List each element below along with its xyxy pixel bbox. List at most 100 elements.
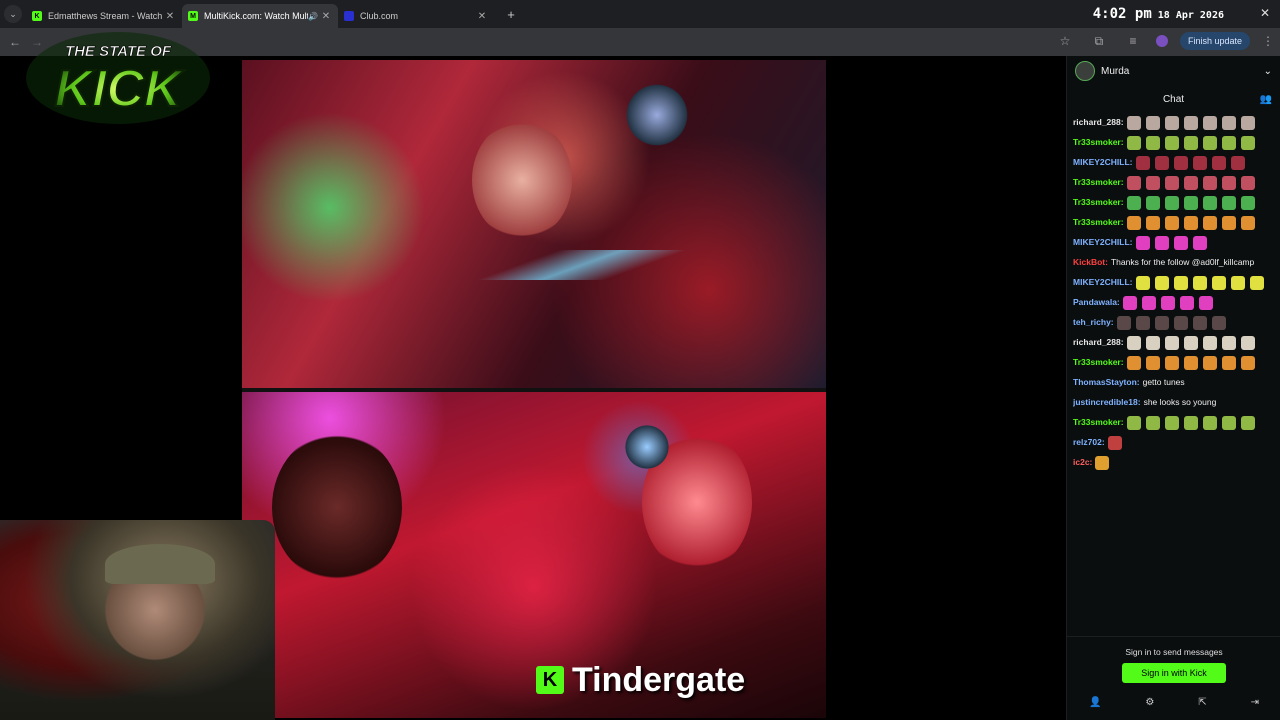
chat-emote-icon bbox=[1126, 115, 1141, 130]
chat-emote-icon bbox=[1173, 275, 1188, 290]
chat-emote-icon bbox=[1135, 235, 1150, 250]
multikick-favicon-icon: M bbox=[188, 11, 198, 21]
chat-emote-icon bbox=[1126, 175, 1141, 190]
chat-emote-icon bbox=[1230, 275, 1245, 290]
video-subject-man bbox=[272, 432, 402, 582]
chat-username[interactable]: relz702: bbox=[1073, 437, 1105, 447]
chat-username[interactable]: KickBot: bbox=[1073, 257, 1108, 267]
chat-message: ic2c: bbox=[1073, 452, 1274, 472]
sign-in-with-kick-button[interactable]: Sign in with Kick bbox=[1122, 663, 1226, 683]
chat-emote-icon bbox=[1221, 175, 1236, 190]
chat-emote-icon bbox=[1192, 315, 1207, 330]
chat-username[interactable]: ThomasStayton: bbox=[1073, 377, 1140, 387]
chat-emote-icon bbox=[1192, 155, 1207, 170]
chat-username[interactable]: Tr33smoker: bbox=[1073, 417, 1124, 427]
chat-emote-icon bbox=[1122, 295, 1137, 310]
channel-name: Murda bbox=[1101, 65, 1130, 77]
club-favicon-icon bbox=[344, 11, 354, 21]
logo-line2: KICK bbox=[54, 60, 185, 118]
chat-username[interactable]: Tr33smoker: bbox=[1073, 217, 1124, 227]
chat-username[interactable]: justincredible18: bbox=[1073, 397, 1141, 407]
clock-time: 4:02 pm bbox=[1092, 6, 1152, 22]
video-light-fixture bbox=[622, 422, 672, 472]
chat-emote-icon bbox=[1095, 455, 1110, 470]
tab-title: Edmatthews Stream - Watch Live bbox=[48, 11, 164, 21]
chat-emote-icon bbox=[1154, 315, 1169, 330]
chat-message-text: Thanks for the follow @ad0lf_killcamp bbox=[1110, 257, 1255, 267]
chat-emote-icon bbox=[1221, 415, 1236, 430]
profile-avatar-icon[interactable] bbox=[1155, 35, 1168, 47]
audio-playing-icon[interactable]: 🔊 bbox=[308, 12, 320, 21]
chat-emote-icon bbox=[1202, 355, 1217, 370]
extensions-icon[interactable]: ⧉ bbox=[1088, 34, 1110, 49]
window-close-icon[interactable]: ✕ bbox=[1260, 6, 1270, 20]
chat-channel-header[interactable]: Murda ⌄ bbox=[1067, 56, 1280, 86]
chat-username[interactable]: Tr33smoker: bbox=[1073, 197, 1124, 207]
logo-line1: THE STATE OF bbox=[65, 43, 172, 60]
chat-emote-icon bbox=[1154, 235, 1169, 250]
chat-username[interactable]: Pandawala: bbox=[1073, 297, 1120, 307]
chat-footer: Sign in to send messages Sign in with Ki… bbox=[1067, 636, 1280, 720]
chat-message-list[interactable]: richard_288: Tr33smoker: MIKEY2CHILL: Tr33s… bbox=[1067, 112, 1280, 472]
chat-username[interactable]: Tr33smoker: bbox=[1073, 357, 1124, 367]
caption-text: Tindergate bbox=[572, 660, 746, 699]
chat-emote-icon bbox=[1116, 315, 1131, 330]
new-tab-button[interactable]: + bbox=[502, 7, 520, 22]
bookmark-star-icon[interactable]: ☆ bbox=[1054, 34, 1076, 48]
chat-username[interactable]: teh_richy: bbox=[1073, 317, 1114, 327]
chat-username[interactable]: MIKEY2CHILL: bbox=[1073, 157, 1133, 167]
chat-username[interactable]: richard_288: bbox=[1073, 117, 1124, 127]
reading-list-icon[interactable]: ≡ bbox=[1122, 34, 1144, 48]
settings-gear-icon[interactable]: ⚙ bbox=[1145, 697, 1154, 708]
kick-badge-icon: K bbox=[536, 666, 564, 694]
menu-kebab-icon[interactable]: ⋮ bbox=[1262, 34, 1274, 48]
chat-emote-icon bbox=[1164, 195, 1179, 210]
chat-username[interactable]: MIKEY2CHILL: bbox=[1073, 237, 1133, 247]
chat-users-icon[interactable]: 👥 bbox=[1260, 94, 1272, 105]
chat-message: justincredible18: she looks so young bbox=[1073, 392, 1274, 412]
chat-emote-icon bbox=[1164, 115, 1179, 130]
chat-emote-icon bbox=[1202, 335, 1217, 350]
stream-video-top[interactable] bbox=[242, 60, 826, 388]
chat-message: richard_288: bbox=[1073, 112, 1274, 132]
popout-icon[interactable]: ⇱ bbox=[1198, 697, 1206, 708]
chat-username[interactable]: Tr33smoker: bbox=[1073, 137, 1124, 147]
chat-emote-icon bbox=[1202, 215, 1217, 230]
chat-emote-icon bbox=[1240, 335, 1255, 350]
chat-emote-icon bbox=[1126, 335, 1141, 350]
chat-message: richard_288: bbox=[1073, 332, 1274, 352]
chat-emote-icon bbox=[1107, 435, 1122, 450]
close-tab-icon[interactable]: ✕ bbox=[476, 11, 488, 22]
webcam-camo-cap bbox=[105, 544, 215, 584]
chat-emote-icon bbox=[1145, 215, 1160, 230]
chat-emote-icon bbox=[1126, 135, 1141, 150]
sign-in-note: Sign in to send messages bbox=[1125, 647, 1223, 657]
tab-club[interactable]: Club.com ✕ bbox=[338, 4, 494, 28]
tab-title: Club.com bbox=[360, 11, 399, 21]
chat-emote-icon bbox=[1183, 175, 1198, 190]
chat-username[interactable]: richard_288: bbox=[1073, 337, 1124, 347]
tab-search-dropdown-icon[interactable]: ⌄ bbox=[4, 5, 22, 23]
chat-emote-icon bbox=[1221, 115, 1236, 130]
close-tab-icon[interactable]: ✕ bbox=[164, 11, 176, 22]
chat-message: Tr33smoker: bbox=[1073, 132, 1274, 152]
chevron-down-icon[interactable]: ⌄ bbox=[1264, 66, 1272, 77]
chat-emote-icon bbox=[1135, 155, 1150, 170]
chat-emote-icon bbox=[1164, 335, 1179, 350]
chat-username[interactable]: ic2c: bbox=[1073, 457, 1092, 467]
chat-username[interactable]: MIKEY2CHILL: bbox=[1073, 277, 1133, 287]
close-tab-icon[interactable]: ✕ bbox=[320, 11, 332, 22]
collapse-chat-icon[interactable]: ⇥ bbox=[1251, 697, 1259, 708]
chat-emote-icon bbox=[1202, 195, 1217, 210]
add-friend-icon[interactable]: 👤 bbox=[1089, 697, 1101, 708]
chat-emote-icon bbox=[1192, 275, 1207, 290]
chat-emote-icon bbox=[1221, 335, 1236, 350]
chat-emote-icon bbox=[1145, 335, 1160, 350]
chat-emote-icon bbox=[1164, 175, 1179, 190]
chat-message: Tr33smoker: bbox=[1073, 352, 1274, 372]
video-laser-beam bbox=[462, 250, 702, 280]
chat-emote-icon bbox=[1240, 175, 1255, 190]
finish-update-button[interactable]: Finish update bbox=[1179, 32, 1250, 50]
chat-username[interactable]: Tr33smoker: bbox=[1073, 177, 1124, 187]
chat-emote-icon bbox=[1173, 315, 1188, 330]
